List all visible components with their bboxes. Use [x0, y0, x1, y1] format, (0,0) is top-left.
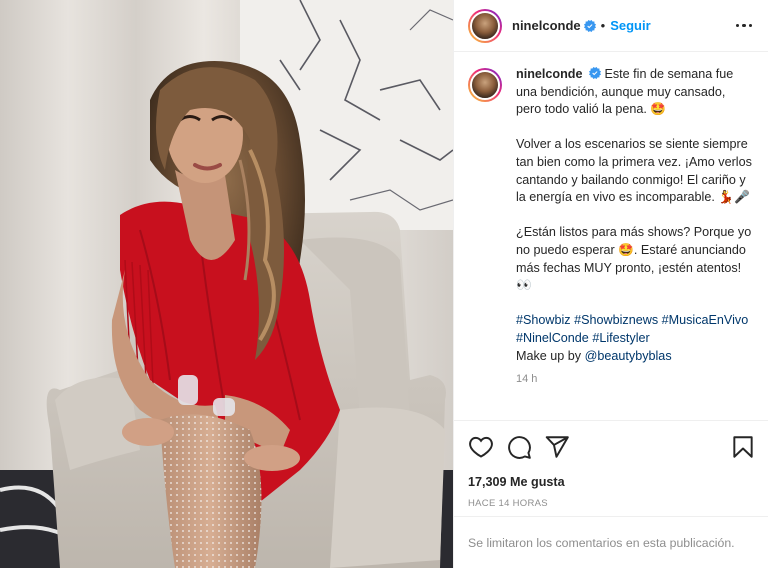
- caption-time-ago[interactable]: 14 h: [516, 371, 754, 389]
- caption-paragraph-1: ninelconde Este fin de semana fue una be…: [516, 66, 754, 119]
- heart-icon[interactable]: [468, 434, 494, 460]
- credit-mention-link[interactable]: @beautybyblas: [585, 349, 672, 363]
- action-bar: [454, 420, 768, 472]
- caption-row: ninelconde Este fin de semana fue una be…: [468, 66, 754, 389]
- author-avatar[interactable]: [468, 8, 502, 43]
- instagram-post: ninelconde • Seguir ninelconde Este fin …: [0, 0, 768, 568]
- credit-prefix: Make up by: [516, 348, 582, 363]
- post-header: ninelconde • Seguir: [454, 0, 768, 52]
- hashtag-link[interactable]: #Lifestyler: [592, 331, 649, 345]
- post-date[interactable]: HACE 14 HORAS: [454, 492, 768, 516]
- post-side-panel: ninelconde • Seguir ninelconde Este fin …: [453, 0, 768, 568]
- post-photo-illustration: [0, 0, 453, 568]
- paper-plane-icon[interactable]: [544, 434, 570, 460]
- verified-badge-icon: [588, 67, 601, 79]
- post-photo[interactable]: [0, 0, 453, 568]
- hashtag-link[interactable]: #NinelConde: [516, 331, 589, 345]
- bookmark-icon[interactable]: [730, 434, 756, 460]
- caption-username[interactable]: ninelconde: [516, 67, 582, 81]
- caption-paragraph-3: ¿Están listos para más shows? Porque yo …: [516, 225, 752, 293]
- likes-count[interactable]: 17,309 Me gusta: [454, 472, 768, 492]
- likes-label: Me gusta: [510, 475, 565, 489]
- follow-button[interactable]: Seguir: [610, 18, 650, 33]
- hashtag-link[interactable]: #MusicaEnVivo: [662, 313, 749, 327]
- caption-area: ninelconde Este fin de semana fue una be…: [454, 52, 768, 420]
- caption-text: ninelconde Este fin de semana fue una be…: [516, 66, 754, 389]
- more-options-icon[interactable]: [734, 18, 755, 34]
- caption-paragraph-2: Volver a los escenarios se siente siempr…: [516, 137, 752, 205]
- caption-hashtags: #Showbiz #Showbiznews #MusicaEnVivo #Nin…: [516, 312, 754, 347]
- author-username[interactable]: ninelconde: [512, 18, 581, 33]
- caption-avatar[interactable]: [468, 68, 502, 102]
- hashtag-link[interactable]: #Showbiznews: [574, 313, 658, 327]
- caption-credit: Make up by @beautybyblas: [516, 348, 754, 366]
- likes-number: 17,309: [468, 475, 507, 489]
- comments-disabled-notice: Se limitaron los comentarios en esta pub…: [454, 516, 768, 568]
- verified-badge-icon: [583, 19, 596, 32]
- comment-icon[interactable]: [506, 434, 532, 460]
- header-separator: •: [600, 18, 606, 33]
- hashtag-link[interactable]: #Showbiz: [516, 313, 571, 327]
